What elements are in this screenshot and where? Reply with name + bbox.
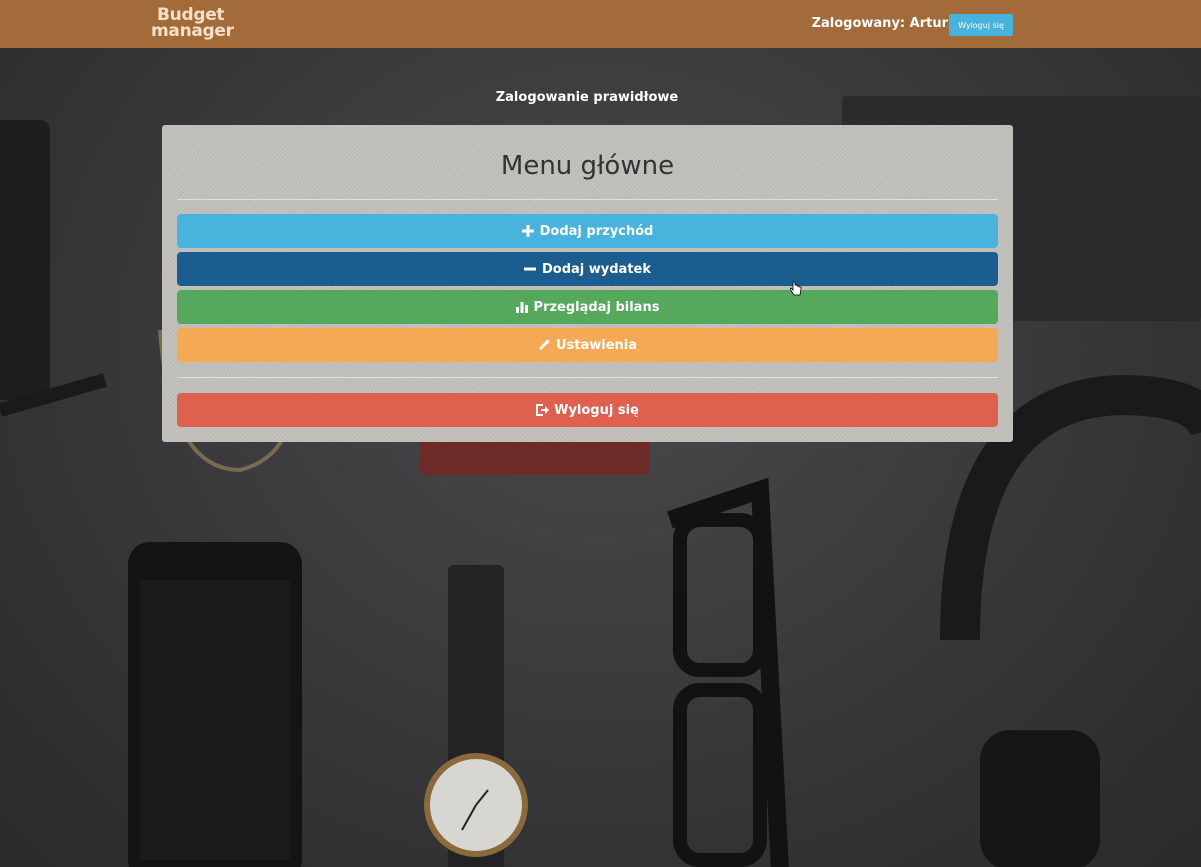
logout-button[interactable]: Wyloguj się [177,393,998,427]
plus-icon [522,225,535,238]
navbar-logout-button[interactable]: Wyloguj się [949,14,1013,36]
add-expense-label: Dodaj wydatek [541,261,652,277]
main-menu-panel: Menu główne Dodaj przychód Dodaj wydatek… [162,125,1013,442]
username: Artur [909,16,948,31]
settings-button[interactable]: Ustawienia [177,328,998,362]
add-income-label: Dodaj przychód [539,223,654,239]
hand-cursor-icon [789,281,802,301]
brand-line2: manager [151,21,234,41]
page-title: Menu główne [500,151,675,181]
view-balance-label: Przeglądaj bilans [533,299,660,315]
login-status-message: Zalogowanie prawidłowe [495,90,679,105]
bar-chart-icon [516,301,529,314]
add-expense-button[interactable]: Dodaj wydatek [177,252,998,286]
login-info: Zalogowany: Artur [812,16,948,31]
view-balance-button[interactable]: Przeglądaj bilans [177,290,998,324]
login-label: Zalogowany: [811,16,910,31]
brand-logo[interactable]: Budget manager [151,7,234,41]
settings-label: Ustawienia [555,337,638,353]
add-income-button[interactable]: Dodaj przychód [177,214,998,248]
minus-icon [524,263,537,276]
wrench-icon [538,339,551,352]
divider [177,377,998,378]
logout-icon [536,404,550,417]
logout-label: Wyloguj się [554,402,639,418]
top-navbar: Budget manager Zalogowany: Artur Wyloguj… [0,0,1201,48]
divider [177,199,998,200]
